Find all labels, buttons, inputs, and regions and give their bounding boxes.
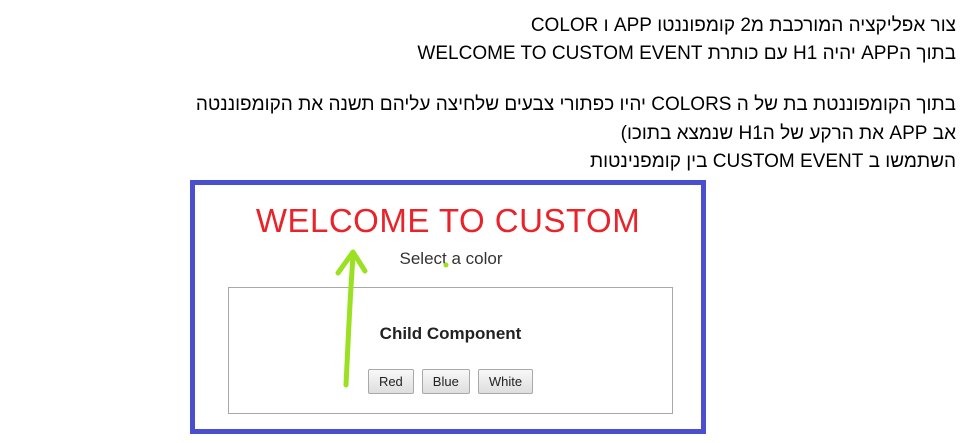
instruction-line-2: בתוך הAPP יהיה H1 עם כותרת WELCOME TO CU…	[417, 43, 956, 64]
green-arrow-annotation	[335, 249, 449, 388]
instruction-line-1: צור אפליקציה המורכבת מ2 קומפוננטו APP ו …	[530, 15, 956, 36]
instruction-line-4: אב APP את הרקע של הH1 שנמצא בתוכו)	[620, 123, 956, 144]
instruction-line-3: בתוך הקומפוננטת בת של ה COLORS יהיו כפתו…	[195, 94, 956, 115]
app-preview-screenshot: WELCOME TO CUSTOM Select a color Child C…	[190, 180, 706, 434]
instruction-line-5: השתמשו ב CUSTOM EVENT בין קומפנינטות	[589, 151, 956, 172]
